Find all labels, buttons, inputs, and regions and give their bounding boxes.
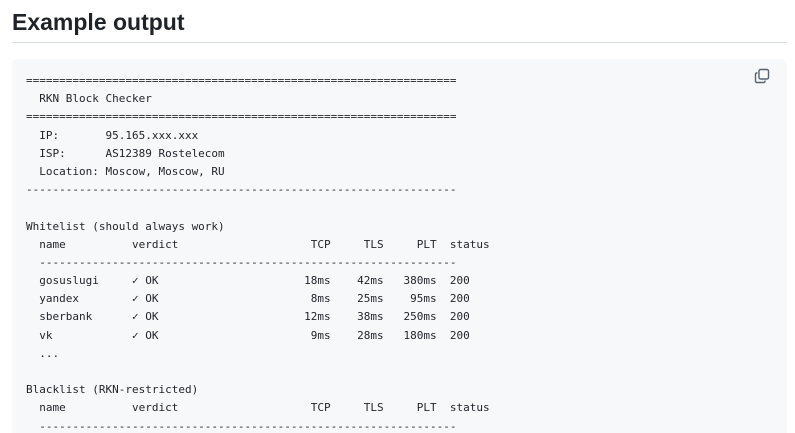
code-line: Whitelist (should always work) [26, 219, 225, 233]
code-line: ISP: AS12389 Rostelecom [26, 146, 225, 160]
copy-button[interactable] [754, 68, 774, 88]
code-line: gosuslugi ✓ OK 18ms 42ms 380ms 200 [26, 274, 470, 288]
heading-divider [12, 42, 787, 43]
copy-icon [754, 68, 770, 84]
code-block: ========================================… [12, 59, 787, 433]
code-line: sberbank ✓ OK 12ms 38ms 250ms 200 [26, 310, 470, 324]
code-line: ----------------------------------------… [26, 255, 457, 269]
code-line: ----------------------------------------… [26, 419, 457, 433]
code-line: ----------------------------------------… [26, 183, 457, 197]
code-line: vk ✓ OK 9ms 28ms 180ms 200 [26, 328, 470, 342]
code-line: Blacklist (RKN-restricted) [26, 383, 199, 397]
code-line: IP: 95.165.xxx.xxx [26, 128, 199, 142]
code-line: ... [26, 346, 60, 360]
code-output: ========================================… [26, 72, 490, 433]
code-line: RKN Block Checker [26, 92, 152, 106]
code-line: yandex ✓ OK 8ms 25ms 95ms 200 [26, 292, 470, 306]
code-line: ========================================… [26, 110, 457, 124]
code-line: ========================================… [26, 74, 457, 87]
code-line: name verdict TCP TLS PLT status [26, 401, 490, 415]
code-line: Location: Moscow, Moscow, RU [26, 164, 225, 178]
section-heading: Example output [12, 9, 185, 35]
code-line: name verdict TCP TLS PLT status [26, 237, 490, 251]
